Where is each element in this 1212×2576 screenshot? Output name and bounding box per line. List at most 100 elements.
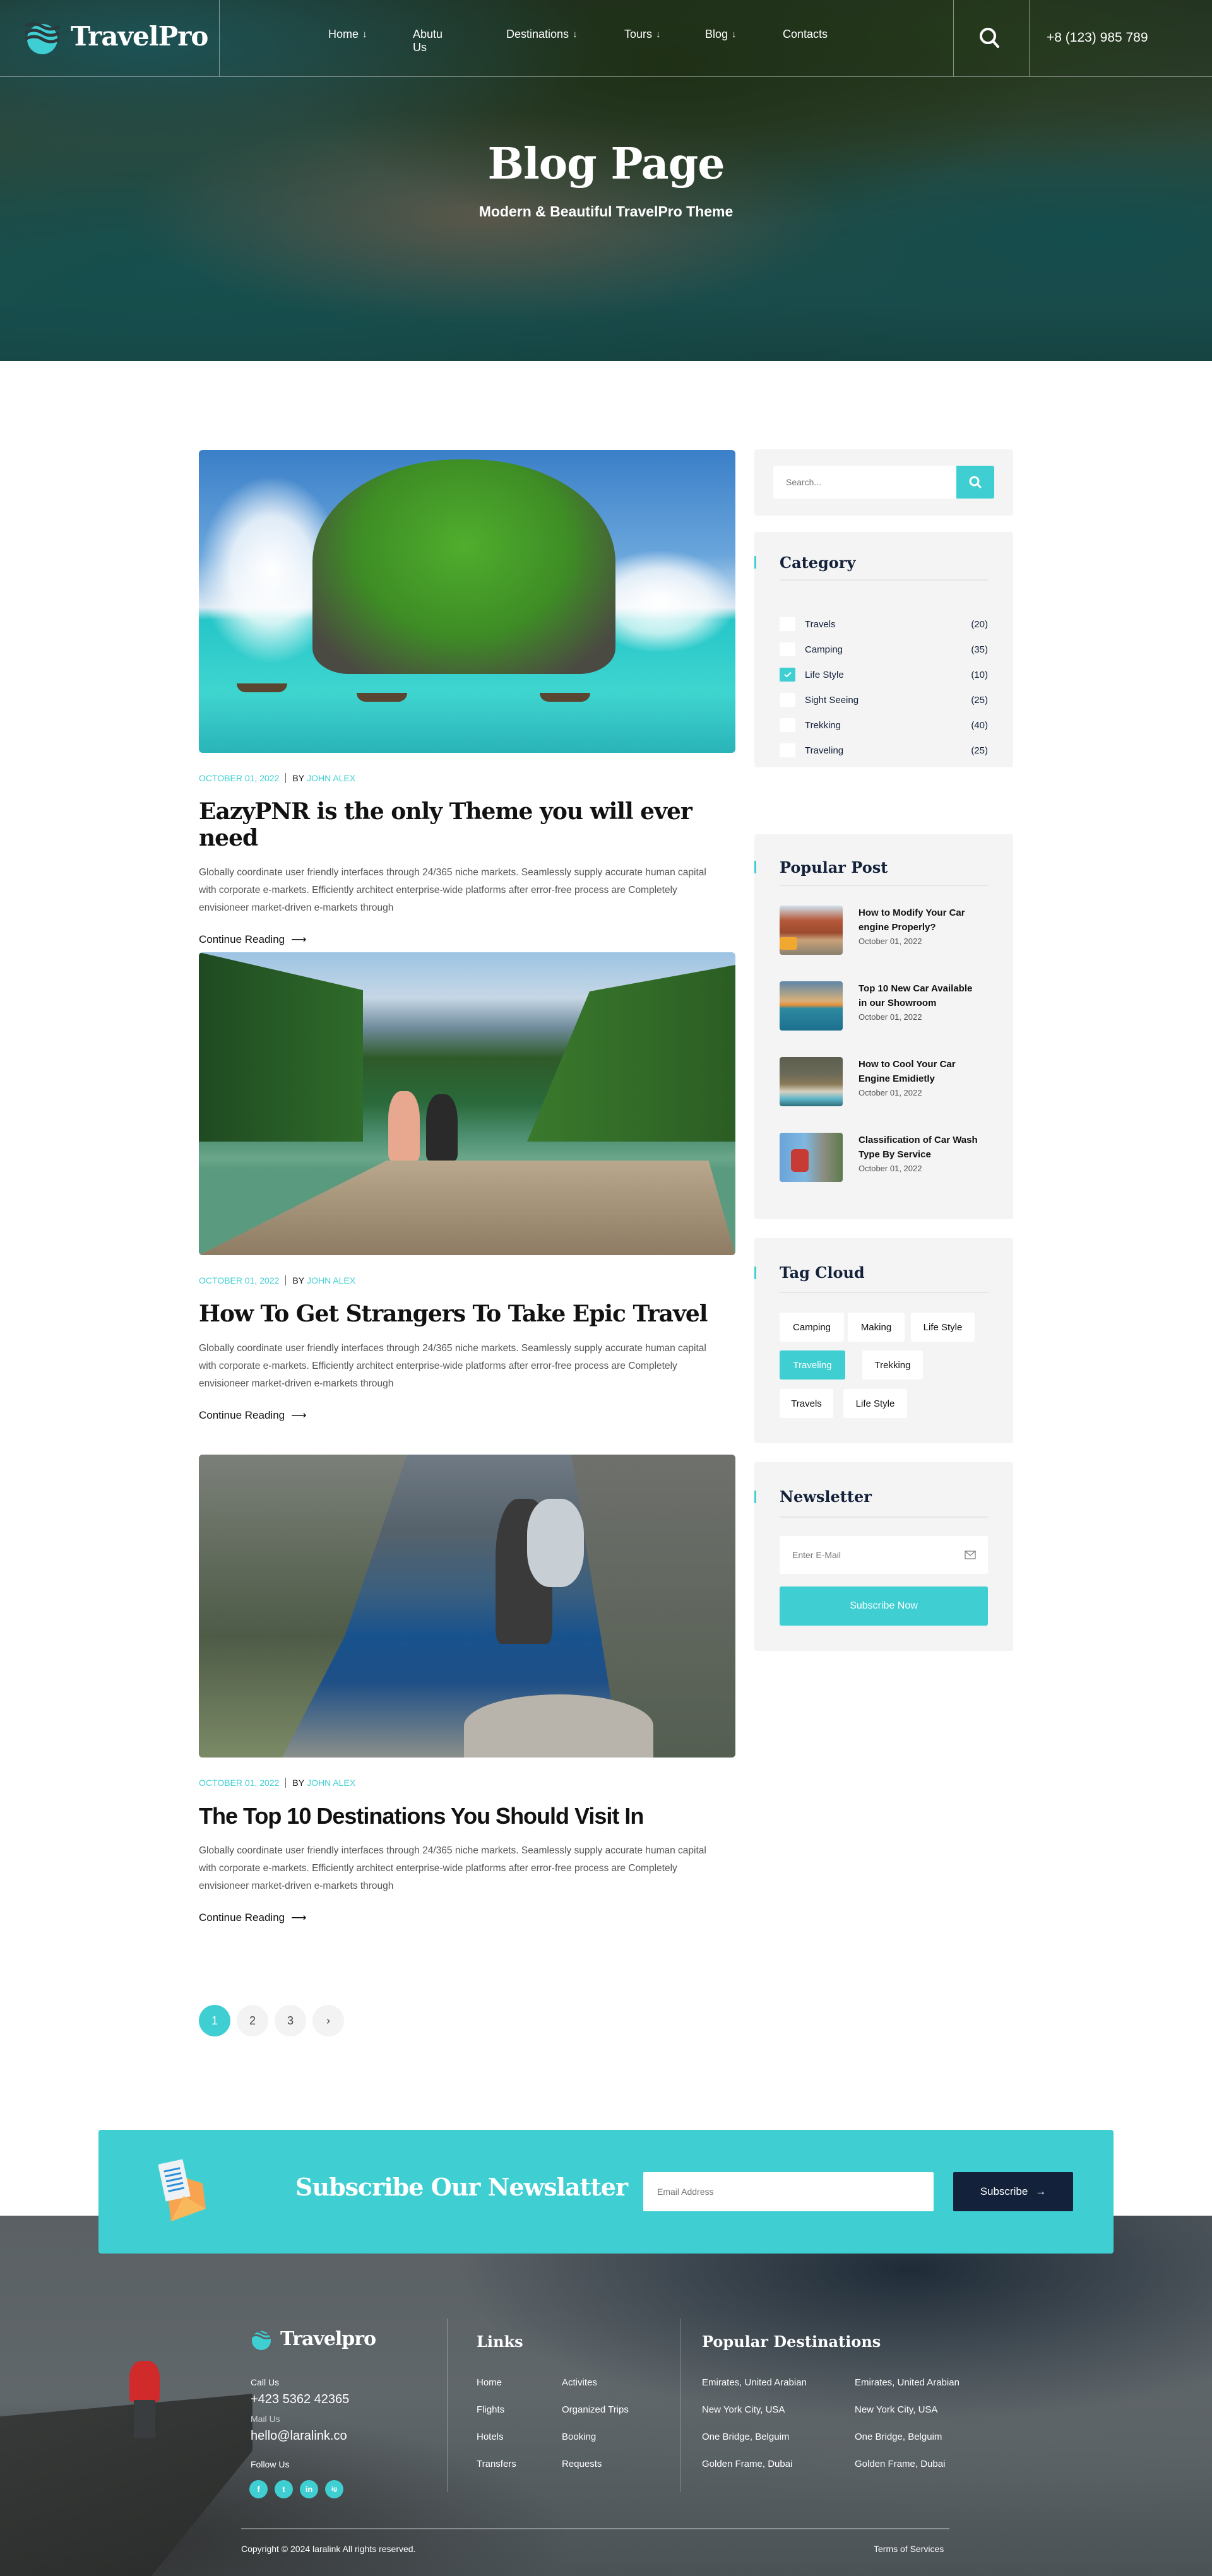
category-checkbox[interactable] bbox=[780, 718, 795, 732]
subscribe-now-button[interactable]: Subscribe Now bbox=[780, 1586, 988, 1626]
post-title[interactable]: How To Get Strangers To Take Epic Travel bbox=[199, 1301, 735, 1327]
facebook-icon[interactable]: f bbox=[249, 2480, 268, 2498]
popular-post-widget: Popular Post How to Modify Your Car engi… bbox=[754, 834, 1013, 1219]
popular-post-thumbnail[interactable] bbox=[780, 981, 843, 1031]
category-checkbox[interactable] bbox=[780, 693, 795, 707]
footer-link[interactable]: Activites bbox=[562, 2377, 597, 2388]
category-checkbox-checked[interactable] bbox=[780, 668, 795, 682]
cta-email-input[interactable] bbox=[643, 2172, 934, 2211]
footer-phone[interactable]: +423 5362 42365 bbox=[251, 2392, 349, 2407]
category-label: Sight Seeing bbox=[805, 694, 859, 706]
continue-reading-link[interactable]: Continue Reading ⟶ bbox=[199, 1409, 735, 1422]
post-author[interactable]: JOHN ALEX bbox=[307, 1778, 355, 1788]
footer-link[interactable]: Requests bbox=[562, 2459, 602, 2469]
post-image[interactable] bbox=[199, 450, 735, 753]
category-item[interactable]: Travels (20) bbox=[780, 617, 988, 631]
search-widget bbox=[754, 449, 1013, 516]
popular-post-heading[interactable]: How to Cool Your Car Engine Emidietly bbox=[858, 1057, 978, 1086]
popular-post-thumbnail[interactable] bbox=[780, 1057, 843, 1106]
linkedin-icon[interactable]: in bbox=[300, 2480, 318, 2498]
popular-post-heading[interactable]: Top 10 New Car Available in our Showroom bbox=[858, 981, 978, 1010]
post-author[interactable]: JOHN ALEX bbox=[307, 773, 355, 783]
tag-item-active[interactable]: Traveling bbox=[780, 1350, 845, 1380]
nav-destinations[interactable]: Destinations ↓ bbox=[506, 28, 578, 41]
tag-item[interactable]: Camping bbox=[780, 1313, 844, 1342]
continue-reading-link[interactable]: Continue Reading ⟶ bbox=[199, 933, 735, 946]
popular-post-title: Popular Post bbox=[780, 858, 888, 877]
category-item[interactable]: Traveling (25) bbox=[780, 743, 988, 757]
phone-number[interactable]: +8 (123) 985 789 bbox=[1047, 30, 1148, 45]
tag-item[interactable]: Trekking bbox=[862, 1350, 923, 1380]
destination-link[interactable]: One Bridge, Belguim bbox=[702, 2431, 789, 2442]
footer-brand[interactable]: Travelpro bbox=[250, 2327, 376, 2350]
post-title[interactable]: The Top 10 Destinations You Should Visit… bbox=[199, 1803, 735, 1829]
category-checkbox[interactable] bbox=[780, 617, 795, 631]
destination-link[interactable]: One Bridge, Belguim bbox=[855, 2431, 942, 2442]
tag-item[interactable]: Travels bbox=[780, 1389, 833, 1418]
next-page-button[interactable]: › bbox=[312, 2005, 344, 2036]
logo[interactable]: TravelPro bbox=[24, 18, 208, 54]
nav-tours[interactable]: Tours ↓ bbox=[624, 28, 661, 41]
category-label: Trekking bbox=[805, 719, 841, 731]
terms-link[interactable]: Terms of Services bbox=[874, 2544, 944, 2554]
destination-link[interactable]: Golden Frame, Dubai bbox=[855, 2459, 945, 2469]
footer-link[interactable]: Organized Trips bbox=[562, 2404, 629, 2415]
post-date[interactable]: OCTOBER 01, 2022 bbox=[199, 773, 279, 783]
category-item[interactable]: Trekking (40) bbox=[780, 718, 988, 732]
category-item[interactable]: Camping (35) bbox=[780, 642, 988, 656]
category-checkbox[interactable] bbox=[780, 642, 795, 656]
page-3-button[interactable]: 3 bbox=[275, 2005, 306, 2036]
post-title[interactable]: EazyPNR is the only Theme you will ever … bbox=[199, 798, 735, 851]
nav-divider bbox=[0, 76, 1212, 77]
cta-subscribe-button[interactable]: Subscribe → bbox=[953, 2172, 1073, 2211]
popular-post-item[interactable]: Top 10 New Car Available in our Showroom… bbox=[780, 981, 978, 1031]
nav-home[interactable]: Home ↓ bbox=[328, 28, 367, 41]
footer-link[interactable]: Hotels bbox=[477, 2431, 504, 2442]
page-2-button[interactable]: 2 bbox=[237, 2005, 268, 2036]
search-submit-button[interactable] bbox=[956, 466, 994, 499]
nav-blog[interactable]: Blog ↓ bbox=[705, 28, 737, 41]
search-input[interactable] bbox=[773, 466, 956, 499]
destination-link[interactable]: Golden Frame, Dubai bbox=[702, 2459, 792, 2469]
tag-item[interactable]: Life Style bbox=[843, 1389, 907, 1418]
destination-link[interactable]: New York City, USA bbox=[855, 2404, 937, 2415]
post-image[interactable] bbox=[199, 1455, 735, 1758]
destination-link[interactable]: Emirates, United Arabian bbox=[855, 2377, 960, 2388]
post-image[interactable] bbox=[199, 952, 735, 1255]
newsletter-email-input[interactable] bbox=[780, 1536, 988, 1574]
popular-post-heading[interactable]: Classification of Car Wash Type By Servi… bbox=[858, 1133, 978, 1162]
destination-link[interactable]: Emirates, United Arabian bbox=[702, 2377, 807, 2388]
footer-divider bbox=[447, 2319, 448, 2492]
popular-post-thumbnail[interactable] bbox=[780, 906, 843, 955]
page-1-button[interactable]: 1 bbox=[199, 2005, 230, 2036]
footer-link[interactable]: Transfers bbox=[477, 2459, 516, 2469]
footer-link[interactable]: Booking bbox=[562, 2431, 596, 2442]
footer-link[interactable]: Home bbox=[477, 2377, 502, 2388]
continue-reading-link[interactable]: Continue Reading ⟶ bbox=[199, 1911, 735, 1924]
nav-contacts[interactable]: Contacts bbox=[783, 28, 828, 41]
post-date[interactable]: OCTOBER 01, 2022 bbox=[199, 1275, 279, 1285]
popular-post-heading[interactable]: How to Modify Your Car engine Properly? bbox=[858, 906, 978, 935]
tag-item[interactable]: Life Style bbox=[911, 1313, 975, 1342]
category-label: Travels bbox=[805, 618, 836, 630]
footer-email[interactable]: hello@laralink.co bbox=[251, 2429, 347, 2443]
instagram-icon[interactable]: ig bbox=[325, 2480, 343, 2498]
search-icon[interactable] bbox=[977, 25, 1002, 50]
tag-item[interactable]: Making bbox=[848, 1313, 905, 1342]
category-item[interactable]: Life Style (10) bbox=[780, 668, 988, 682]
follow-us-label: Follow Us bbox=[251, 2459, 290, 2469]
popular-post-date: October 01, 2022 bbox=[858, 1012, 922, 1022]
twitter-icon[interactable]: t bbox=[275, 2480, 293, 2498]
category-count: (20) bbox=[971, 618, 988, 630]
popular-post-item[interactable]: How to Modify Your Car engine Properly? O… bbox=[780, 906, 978, 955]
nav-about[interactable]: Abutu Us bbox=[413, 28, 443, 54]
popular-post-thumbnail[interactable] bbox=[780, 1133, 843, 1182]
category-checkbox[interactable] bbox=[780, 743, 795, 757]
post-author[interactable]: JOHN ALEX bbox=[307, 1275, 355, 1285]
destination-link[interactable]: New York City, USA bbox=[702, 2404, 785, 2415]
popular-post-item[interactable]: How to Cool Your Car Engine Emidietly Oct… bbox=[780, 1057, 978, 1106]
category-item[interactable]: Sight Seeing (25) bbox=[780, 693, 988, 707]
post-date[interactable]: OCTOBER 01, 2022 bbox=[199, 1778, 279, 1788]
footer-link[interactable]: Flights bbox=[477, 2404, 504, 2415]
popular-post-item[interactable]: Classification of Car Wash Type By Servi… bbox=[780, 1133, 978, 1182]
